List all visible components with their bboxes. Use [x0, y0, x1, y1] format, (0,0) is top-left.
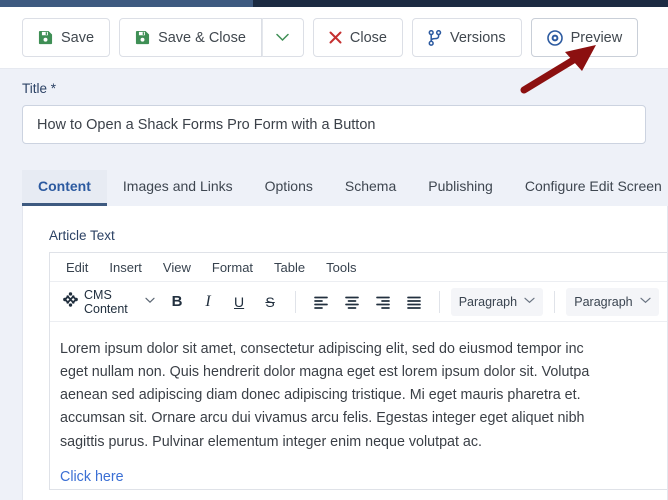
menu-table[interactable]: Table: [266, 257, 313, 278]
article-paragraph-line: eget nullam non. Quis hendrerit dolor ma…: [60, 364, 590, 381]
code-branch-icon: [428, 29, 442, 46]
font-family-select-value: Paragraph: [574, 294, 633, 309]
article-paragraph-line: accumsan sit. Ornare arcu dui vivamus ar…: [60, 410, 585, 427]
content-tab-panel: Article Text Edit Insert View Format Tab…: [22, 206, 668, 500]
align-center-button[interactable]: [338, 288, 366, 316]
versions-button-label: Versions: [450, 29, 506, 46]
click-here-link[interactable]: Click here: [60, 466, 667, 489]
tab-publishing[interactable]: Publishing: [412, 170, 509, 206]
save-options-dropdown-button[interactable]: [261, 18, 304, 57]
save-and-close-button[interactable]: Save & Close: [119, 18, 262, 57]
tab-schema[interactable]: Schema: [329, 170, 412, 206]
tinymce-editor: Edit Insert View Format Table Tools CMS …: [49, 252, 667, 490]
menu-insert[interactable]: Insert: [101, 257, 150, 278]
eye-icon: [546, 29, 563, 46]
chevron-down-icon: [524, 296, 536, 307]
title-input[interactable]: [22, 105, 646, 144]
editor-content-area[interactable]: Lorem ipsum dolor sit amet, consectetur …: [50, 322, 667, 489]
tab-options[interactable]: Options: [249, 170, 329, 206]
admin-bar-right-segment: [253, 0, 668, 7]
joomla-logo-icon: [62, 291, 79, 313]
close-button[interactable]: Close: [312, 18, 403, 57]
menu-format[interactable]: Format: [204, 257, 261, 278]
toolbar-divider: [295, 290, 296, 313]
font-family-select[interactable]: Paragraph: [566, 287, 659, 316]
title-field-label: Title *: [22, 81, 57, 96]
article-paragraph-line: Lorem ipsum dolor sit amet, consectetur …: [60, 341, 584, 357]
tab-images-and-links[interactable]: Images and Links: [107, 170, 249, 206]
block-format-select[interactable]: Paragraph: [450, 287, 544, 316]
action-toolbar: Save Save & Close Close Versions Preview: [0, 7, 668, 69]
tab-content[interactable]: Content: [22, 170, 107, 206]
menu-edit[interactable]: Edit: [58, 257, 96, 278]
title-field-group: Title *: [0, 69, 668, 144]
toolbar-divider: [554, 290, 556, 313]
block-format-select-value: Paragraph: [458, 294, 518, 309]
floppy-disk-icon: [135, 30, 150, 45]
preview-button-label: Preview: [570, 29, 623, 46]
chevron-down-icon: [640, 296, 651, 307]
tab-configure-edit-screen[interactable]: Configure Edit Screen: [509, 170, 668, 206]
align-left-button[interactable]: [307, 288, 335, 316]
admin-bar-left-segment: [0, 0, 253, 7]
admin-top-bar: [0, 0, 668, 7]
cms-content-button-label: CMS Content: [84, 287, 128, 316]
editor-toolbar: CMS Content B I U S Paragraph Paragraph: [50, 282, 667, 322]
italic-button[interactable]: I: [194, 288, 222, 316]
article-paragraph-line: aenean sed adipiscing diam donec adipisc…: [60, 387, 581, 404]
save-button[interactable]: Save: [22, 18, 111, 57]
underline-button[interactable]: U: [225, 288, 253, 316]
article-edit-page: Save Save & Close Close Versions Preview…: [0, 0, 668, 500]
cms-content-button[interactable]: CMS Content: [58, 288, 160, 316]
article-text-label: Article Text: [49, 228, 115, 243]
toolbar-divider: [438, 290, 440, 313]
article-paragraph-line: sagittis purus. Pulvinar elementum integ…: [60, 433, 482, 450]
x-icon: [329, 31, 342, 44]
chevron-down-icon: [276, 33, 290, 42]
save-button-label: Save: [61, 29, 95, 46]
chevron-down-icon: [145, 296, 155, 307]
preview-button[interactable]: Preview: [530, 18, 639, 57]
align-justify-button[interactable]: [400, 288, 428, 316]
save-and-close-button-label: Save & Close: [158, 29, 246, 46]
edit-tabs: Content Images and Links Options Schema …: [22, 170, 668, 206]
save-close-button-group: Save & Close: [119, 18, 304, 57]
versions-button[interactable]: Versions: [412, 18, 522, 57]
menu-view[interactable]: View: [155, 257, 199, 278]
close-button-label: Close: [349, 29, 387, 46]
floppy-disk-icon: [38, 30, 53, 45]
bold-button[interactable]: B: [163, 288, 191, 316]
editor-menubar: Edit Insert View Format Table Tools: [50, 253, 667, 282]
align-right-button[interactable]: [369, 288, 397, 316]
strikethrough-button[interactable]: S: [256, 288, 284, 316]
menu-tools[interactable]: Tools: [318, 257, 364, 278]
